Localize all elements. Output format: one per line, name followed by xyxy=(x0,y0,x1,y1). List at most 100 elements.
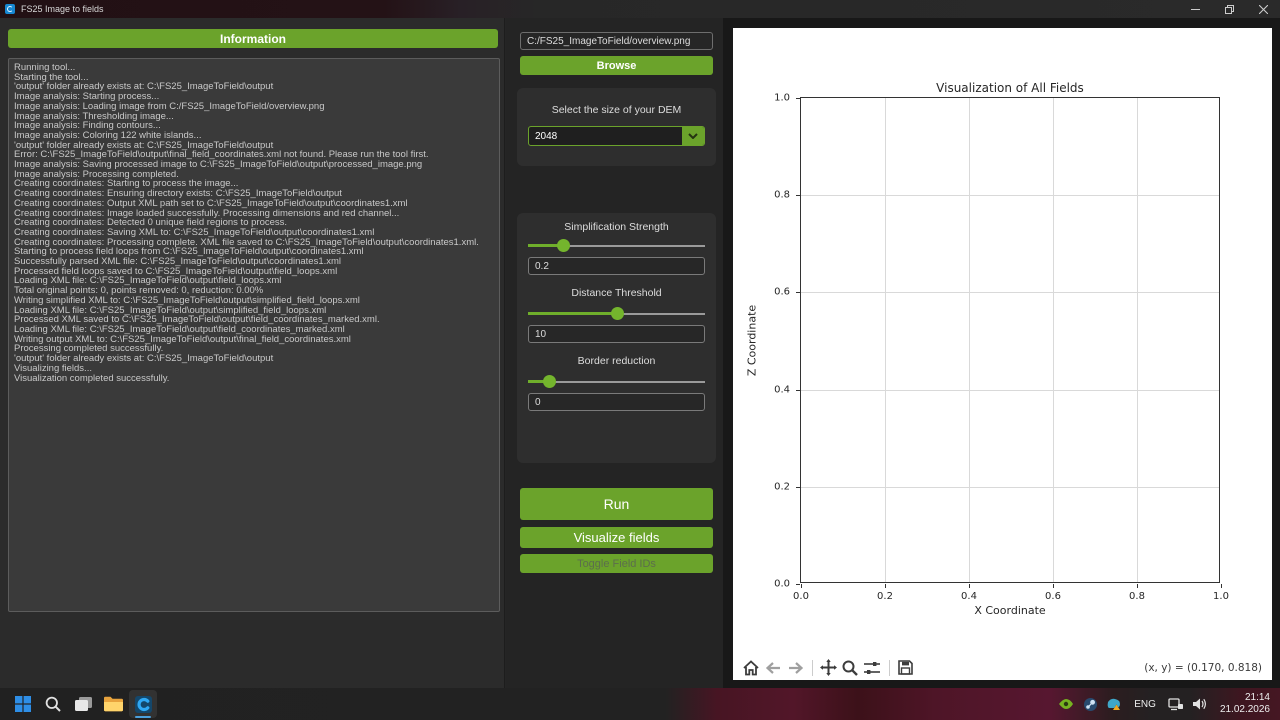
forward-arrow-icon[interactable] xyxy=(785,658,805,678)
windows-taskbar: ENG 21:14 21.02.2026 xyxy=(0,688,1280,720)
y-tick-label: 1.0 xyxy=(774,93,790,104)
log-line: Visualization completed successfully. xyxy=(14,374,494,384)
task-view-icon[interactable] xyxy=(69,690,97,718)
x-tick-label: 0.0 xyxy=(793,591,809,602)
y-tick-mark xyxy=(796,195,800,196)
dem-size-selected-value: 2048 xyxy=(535,131,557,142)
tray-steam-icon[interactable] xyxy=(1081,695,1099,713)
log-output[interactable]: Running tool...Starting the tool...'outp… xyxy=(8,58,500,612)
x-axis-label: X Coordinate xyxy=(800,604,1220,617)
slider-knob[interactable] xyxy=(543,375,556,388)
chart-axes[interactable]: 0.00.20.40.60.81.00.00.20.40.60.81.0 xyxy=(800,97,1220,583)
y-tick-label: 0.4 xyxy=(774,384,790,395)
gridline xyxy=(1053,98,1054,582)
language-indicator[interactable]: ENG xyxy=(1134,699,1156,710)
taskbar-app-fs25-tool[interactable] xyxy=(129,690,157,718)
distance-threshold-label: Distance Threshold xyxy=(517,287,716,299)
border-reduction-slider[interactable] xyxy=(528,375,705,389)
y-tick-mark xyxy=(796,584,800,585)
x-tick-mark xyxy=(1221,584,1222,588)
zoom-icon[interactable] xyxy=(840,658,860,678)
slider-knob[interactable] xyxy=(557,239,570,252)
border-reduction-value-input[interactable] xyxy=(528,393,705,411)
restore-button[interactable] xyxy=(1212,0,1246,18)
information-header: Information xyxy=(8,29,498,48)
sliders-panel: Simplification Strength Distance Threshol… xyxy=(517,213,716,463)
x-tick-label: 0.4 xyxy=(961,591,977,602)
slider-knob[interactable] xyxy=(611,307,624,320)
app-window: Information Running tool...Starting the … xyxy=(0,18,1280,688)
distance-threshold-value-input[interactable] xyxy=(528,325,705,343)
gridline xyxy=(801,195,1219,196)
clock-date: 21.02.2026 xyxy=(1220,704,1270,716)
taskbar-clock[interactable]: 21:14 21.02.2026 xyxy=(1220,692,1270,716)
subplots-config-icon[interactable] xyxy=(862,658,882,678)
run-button[interactable]: Run xyxy=(520,488,713,520)
network-tray-icon[interactable] xyxy=(1167,695,1185,713)
controls-column: Browse Select the size of your DEM 2048 … xyxy=(506,18,723,688)
app-icon xyxy=(5,4,15,14)
x-tick-label: 0.6 xyxy=(1045,591,1061,602)
visualize-fields-button[interactable]: Visualize fields xyxy=(520,527,713,548)
y-tick-mark xyxy=(796,390,800,391)
chevron-down-icon xyxy=(682,127,704,145)
x-tick-label: 0.2 xyxy=(877,591,893,602)
start-button[interactable] xyxy=(9,690,37,718)
information-column: Information Running tool...Starting the … xyxy=(0,18,505,688)
simplification-strength-slider[interactable] xyxy=(528,239,705,253)
clock-time: 21:14 xyxy=(1220,692,1270,704)
simplification-strength-value-input[interactable] xyxy=(528,257,705,275)
y-tick-label: 0.8 xyxy=(774,190,790,201)
y-tick-mark xyxy=(796,292,800,293)
tray-warning-icon[interactable] xyxy=(1105,695,1123,713)
toolbar-separator xyxy=(812,660,813,676)
window-title: FS25 Image to fields xyxy=(21,4,104,14)
matplotlib-figure: Visualization of All Fields 0.00.20.40.6… xyxy=(733,28,1272,680)
title-bar: FS25 Image to fields xyxy=(0,0,1280,18)
simplification-strength-label: Simplification Strength xyxy=(517,221,716,233)
gridline xyxy=(801,390,1219,391)
toggle-field-ids-button[interactable]: Toggle Field IDs xyxy=(520,554,713,573)
gridline xyxy=(801,487,1219,488)
gridline xyxy=(801,292,1219,293)
y-tick-label: 0.2 xyxy=(774,481,790,492)
search-icon[interactable] xyxy=(39,690,67,718)
border-reduction-label: Border reduction xyxy=(517,355,716,367)
browse-button[interactable]: Browse xyxy=(520,56,713,75)
x-tick-mark xyxy=(801,584,802,588)
gridline xyxy=(885,98,886,582)
pan-icon[interactable] xyxy=(818,658,838,678)
x-tick-label: 1.0 xyxy=(1213,591,1229,602)
plot-column: Visualization of All Fields 0.00.20.40.6… xyxy=(723,18,1280,688)
file-explorer-icon[interactable] xyxy=(99,690,127,718)
minimize-button[interactable] xyxy=(1178,0,1212,18)
cursor-coordinates-readout: (x, y) = (0.170, 0.818) xyxy=(1144,662,1262,674)
x-tick-mark xyxy=(885,584,886,588)
image-path-input[interactable] xyxy=(520,32,713,50)
toolbar-separator xyxy=(889,660,890,676)
x-tick-mark xyxy=(969,584,970,588)
matplotlib-toolbar: (x, y) = (0.170, 0.818) xyxy=(733,655,1272,680)
volume-tray-icon[interactable] xyxy=(1191,695,1209,713)
slider-fill xyxy=(528,312,617,315)
home-icon[interactable] xyxy=(741,658,761,678)
x-tick-mark xyxy=(1137,584,1138,588)
x-tick-mark xyxy=(1053,584,1054,588)
y-tick-mark xyxy=(796,487,800,488)
tray-nvidia-icon[interactable] xyxy=(1057,695,1075,713)
y-tick-label: 0.0 xyxy=(774,579,790,590)
chart-title: Visualization of All Fields xyxy=(800,81,1220,95)
back-arrow-icon[interactable] xyxy=(763,658,783,678)
x-tick-label: 0.8 xyxy=(1129,591,1145,602)
close-button[interactable] xyxy=(1246,0,1280,18)
y-tick-mark xyxy=(796,98,800,99)
y-tick-label: 0.6 xyxy=(774,287,790,298)
dem-size-panel: Select the size of your DEM 2048 xyxy=(517,88,716,166)
save-icon[interactable] xyxy=(895,658,915,678)
gridline xyxy=(969,98,970,582)
y-axis-label: Z Coordinate xyxy=(746,98,759,584)
dem-size-label: Select the size of your DEM xyxy=(517,104,716,116)
gridline xyxy=(1137,98,1138,582)
distance-threshold-slider[interactable] xyxy=(528,307,705,321)
dem-size-select[interactable]: 2048 xyxy=(528,126,705,146)
